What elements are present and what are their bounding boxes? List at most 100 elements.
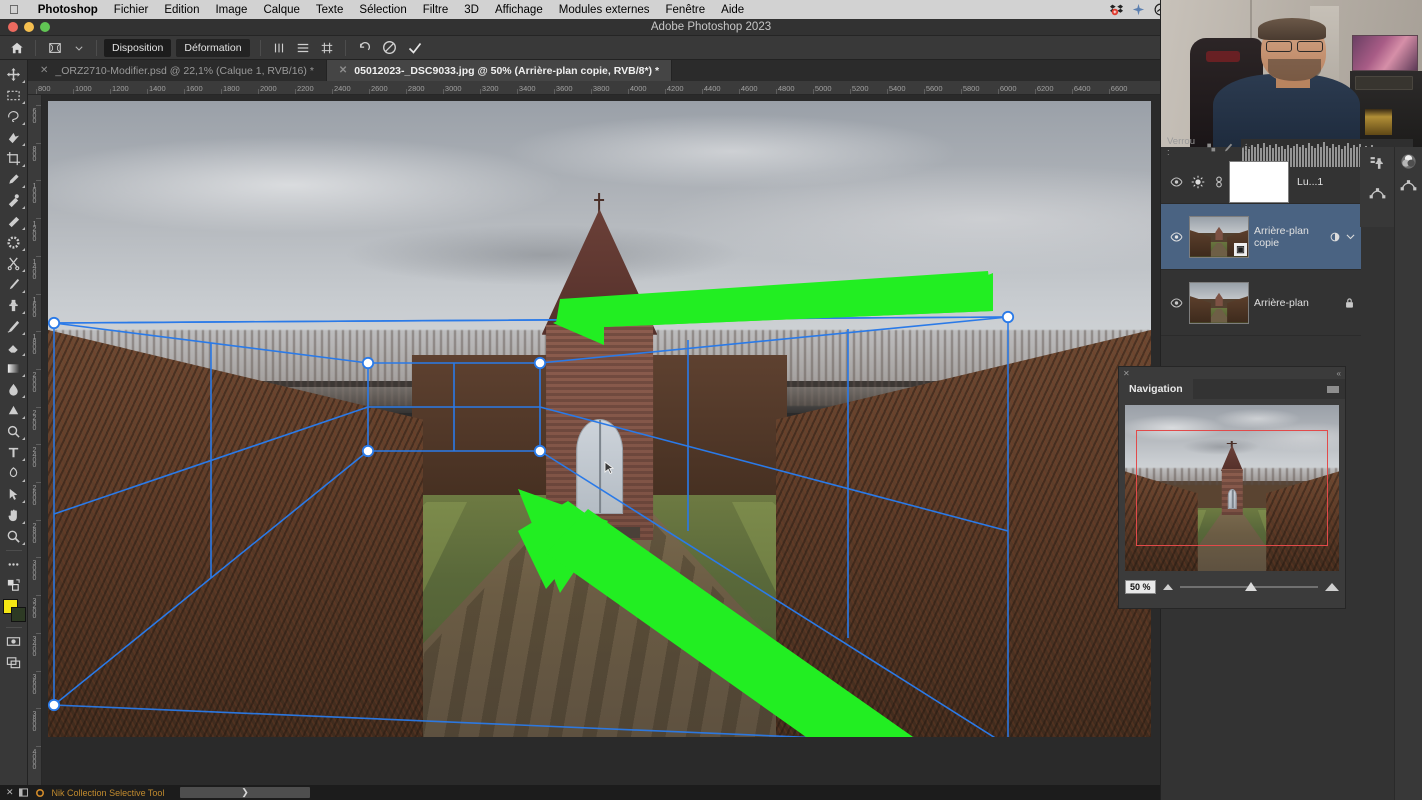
- status-expand-button[interactable]: ❯: [180, 787, 310, 798]
- gradient-tool[interactable]: [1, 358, 27, 379]
- patch-tool[interactable]: [1, 211, 27, 232]
- screen-mode-icon[interactable]: [1, 652, 27, 673]
- paths-icon[interactable]: [1367, 183, 1387, 203]
- blur-drop-icon[interactable]: [1, 379, 27, 400]
- link-mask-icon[interactable]: [1209, 175, 1229, 189]
- lock-position-icon[interactable]: [1241, 142, 1251, 153]
- type-tool[interactable]: [1, 442, 27, 463]
- large-mountain-icon[interactable]: [1325, 583, 1339, 591]
- menu-item-affichage[interactable]: Affichage: [487, 4, 551, 16]
- flight-mode-icon[interactable]: [1132, 3, 1145, 16]
- close-icon[interactable]: ✕: [339, 65, 347, 76]
- color-wheel-icon[interactable]: [1399, 151, 1419, 171]
- warp-button[interactable]: Déformation: [176, 38, 250, 57]
- cancel-icon[interactable]: [378, 38, 401, 58]
- ellipsis-icon[interactable]: [1, 554, 27, 575]
- pen-tool[interactable]: [1, 463, 27, 484]
- layout-button[interactable]: Disposition: [104, 38, 172, 57]
- menu-item-aide[interactable]: Aide: [713, 4, 752, 16]
- crop-tool[interactable]: [1, 148, 27, 169]
- close-icon[interactable]: ✕: [1123, 369, 1130, 378]
- lock-image-icon[interactable]: [1223, 142, 1233, 153]
- layer-row-adjustment[interactable]: Lu...1: [1161, 160, 1361, 204]
- menu-item-edition[interactable]: Edition: [156, 4, 207, 16]
- visibility-toggle[interactable]: [1165, 297, 1187, 308]
- close-icon[interactable]: ✕: [6, 787, 14, 798]
- history-brush-tool[interactable]: [1, 316, 27, 337]
- zoom-slider[interactable]: [1179, 582, 1318, 592]
- layer-row-background-copy[interactable]: ▣ Arrière-plan copie: [1161, 204, 1361, 270]
- tab-dsc9033[interactable]: ✕ 05012023-_DSC9033.jpg @ 50% (Arrière-p…: [326, 60, 673, 81]
- vertical-ruler[interactable]: 600 800 1000 1200 1400 1600 1800 2000 2200 2400 26…: [28, 95, 42, 785]
- panel-icon[interactable]: [18, 788, 28, 797]
- home-icon[interactable]: [6, 38, 28, 58]
- hand-tool[interactable]: [1, 505, 27, 526]
- grid-vertical-icon[interactable]: [268, 38, 290, 58]
- grid-horizontal-icon[interactable]: [292, 38, 314, 58]
- menu-item-filtre[interactable]: Filtre: [415, 4, 457, 16]
- magnifier-icon[interactable]: [1, 526, 27, 547]
- healing-brush-tool[interactable]: [1, 190, 27, 211]
- layer-row-background[interactable]: Arrière-plan: [1161, 270, 1361, 336]
- apple-logo-icon[interactable]: : [0, 3, 30, 16]
- menu-item-image[interactable]: Image: [207, 4, 255, 16]
- visibility-toggle[interactable]: [1165, 231, 1187, 242]
- layer-thumbnail[interactable]: ▣: [1189, 215, 1249, 258]
- brightness-contrast-icon[interactable]: [1187, 175, 1209, 189]
- menu-item-texte[interactable]: Texte: [308, 4, 352, 16]
- tab-orz2710[interactable]: ✕ _ORZ2710-Modifier.psd @ 22,1% (Calque …: [28, 60, 327, 81]
- close-icon[interactable]: ✕: [40, 65, 48, 76]
- visibility-toggle[interactable]: [1165, 176, 1187, 187]
- lock-transparency-icon[interactable]: [1206, 142, 1216, 153]
- tab-navigation[interactable]: Navigation: [1119, 379, 1193, 399]
- layer-mask-thumbnail[interactable]: [1229, 160, 1289, 203]
- content-aware-tool[interactable]: [1, 232, 27, 253]
- path-selection-tool[interactable]: [1, 484, 27, 505]
- reset-icon[interactable]: [353, 38, 376, 58]
- background-color-swatch[interactable]: [10, 607, 26, 622]
- scissors-tool[interactable]: [1, 253, 27, 274]
- clone-source-icon[interactable]: [1367, 153, 1387, 173]
- document-image[interactable]: [48, 101, 1151, 737]
- sponge-tool[interactable]: [1, 421, 27, 442]
- zoom-level-field[interactable]: 50 %: [1125, 580, 1156, 594]
- menu-app-name[interactable]: Photoshop: [30, 4, 106, 16]
- menu-item-calque[interactable]: Calque: [255, 4, 307, 16]
- clone-stamp-tool[interactable]: [1, 295, 27, 316]
- default-colors-icon[interactable]: [1, 575, 27, 596]
- menu-item-3d[interactable]: 3D: [456, 4, 487, 16]
- navigator-body[interactable]: [1119, 399, 1345, 577]
- panel-menu-icon[interactable]: [1327, 379, 1345, 399]
- quick-mask-icon[interactable]: [1, 631, 27, 652]
- move-tool[interactable]: [1, 64, 27, 85]
- chevron-down-icon[interactable]: [1346, 232, 1355, 241]
- chevron-down-icon[interactable]: [69, 38, 89, 58]
- perspective-warp-icon[interactable]: [43, 38, 67, 58]
- dodge-tool[interactable]: [1, 400, 27, 421]
- menu-item-selection[interactable]: Sélection: [351, 4, 414, 16]
- checkmark-icon[interactable]: [403, 38, 427, 58]
- layer-effects-icon[interactable]: [1329, 231, 1341, 243]
- canvas-area[interactable]: [42, 95, 1160, 785]
- dropbox-icon[interactable]: [1110, 3, 1123, 16]
- properties-icon[interactable]: [1399, 175, 1419, 195]
- grid-both-icon[interactable]: [316, 38, 338, 58]
- marquee-tool[interactable]: [1, 85, 27, 106]
- eraser-tool[interactable]: [1, 337, 27, 358]
- color-swatches[interactable]: [1, 598, 27, 624]
- menu-item-modules-externes[interactable]: Modules externes: [551, 4, 658, 16]
- layer-thumbnail[interactable]: [1189, 281, 1249, 324]
- menu-item-fichier[interactable]: Fichier: [106, 4, 157, 16]
- ruler-label: 6400: [1073, 84, 1091, 93]
- lasso-tool[interactable]: [1, 106, 27, 127]
- small-mountain-icon[interactable]: [1162, 584, 1173, 590]
- navigator-thumbnail[interactable]: [1125, 405, 1339, 571]
- horizontal-ruler[interactable]: 800 1000 1200 1400 1600 1800 2000 2200 2400 2600 2…: [28, 81, 1160, 95]
- quick-selection-tool[interactable]: [1, 127, 27, 148]
- ruler-label: 3800: [592, 84, 610, 93]
- brush-tool[interactable]: [1, 274, 27, 295]
- menu-item-fenetre[interactable]: Fenêtre: [658, 4, 714, 16]
- collapse-panel-icon[interactable]: «: [1337, 369, 1341, 378]
- navigator-view-box[interactable]: [1135, 429, 1329, 547]
- eyedropper-tool[interactable]: [1, 169, 27, 190]
